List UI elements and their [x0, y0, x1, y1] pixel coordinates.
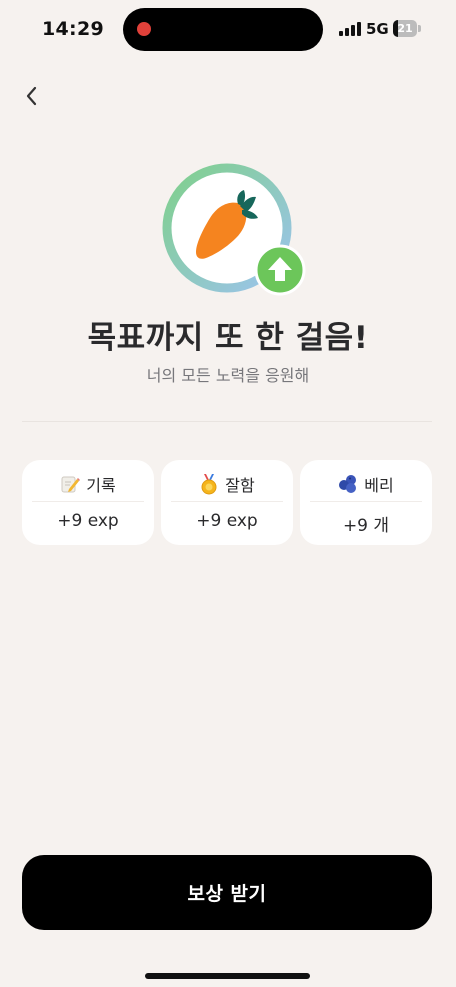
- chevron-left-icon: [26, 86, 37, 106]
- medal-icon: [201, 474, 217, 495]
- claim-reward-button[interactable]: 보상 받기: [22, 855, 432, 930]
- reward-card-praise: 잘함 +9 exp: [161, 460, 293, 545]
- dynamic-island: [123, 8, 323, 51]
- reward-card-berry: 베리 +9 개: [300, 460, 432, 545]
- home-indicator[interactable]: [145, 973, 310, 979]
- reward-label: 잘함: [225, 476, 255, 495]
- reward-label: 기록: [86, 476, 116, 495]
- reward-label: 베리: [364, 476, 394, 495]
- berry-icon: [339, 475, 357, 493]
- battery-icon: 21: [393, 20, 421, 37]
- page-title: 목표까지 또 한 걸음!: [87, 320, 369, 356]
- reward-value: +9 exp: [57, 511, 119, 531]
- status-time: 14:29: [42, 18, 104, 40]
- recording-indicator-icon: [137, 22, 151, 36]
- network-label: 5G: [366, 20, 389, 38]
- memo-icon: [61, 476, 81, 493]
- divider: [22, 421, 432, 422]
- reward-value: +9 개: [342, 516, 390, 536]
- reward-card-record: 기록 +9 exp: [22, 460, 154, 545]
- signal-icon: [339, 22, 361, 36]
- battery-level: 21: [397, 22, 413, 35]
- status-bar: 14:29 5G 21: [0, 0, 456, 60]
- back-button[interactable]: [16, 80, 48, 112]
- arrow-up-icon: [254, 244, 306, 296]
- page-subtitle: 너의 모든 노력을 응원해: [146, 366, 310, 385]
- claim-reward-label: 보상 받기: [187, 883, 267, 905]
- hero-image: [160, 160, 310, 300]
- reward-value: +9 exp: [196, 511, 258, 531]
